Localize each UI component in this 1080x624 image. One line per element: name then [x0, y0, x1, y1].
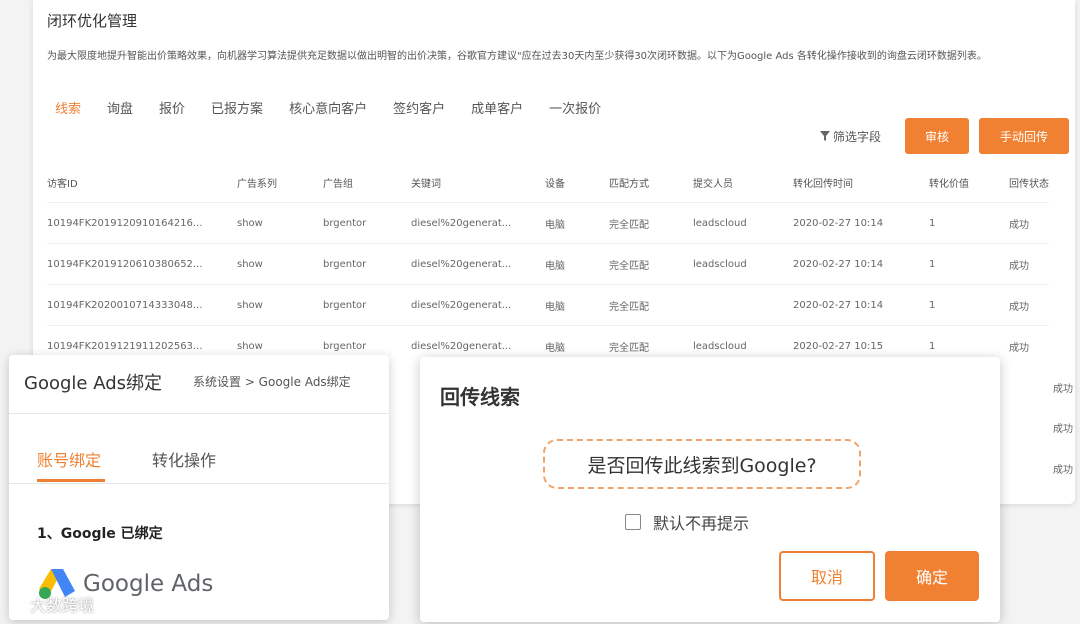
- tab-5[interactable]: 签约客户: [393, 98, 445, 117]
- review-button[interactable]: 审核: [905, 118, 969, 154]
- binding-title: Google Ads绑定: [24, 373, 162, 394]
- cancel-button[interactable]: 取消: [779, 551, 875, 601]
- confirm-button[interactable]: 确定: [885, 551, 979, 601]
- manual-upload-button[interactable]: 手动回传: [979, 118, 1069, 154]
- table-cell: 完全匹配: [609, 284, 693, 326]
- table-cell: brgentor: [323, 284, 411, 326]
- table-cell: show: [237, 202, 323, 244]
- tab-6[interactable]: 成单客户: [471, 98, 523, 117]
- status-cell: 成功: [1053, 424, 1073, 435]
- table-cell: brgentor: [323, 202, 411, 244]
- table-row[interactable]: 10194FK2019120610380652... show brgentor di…: [47, 243, 1049, 285]
- column-header[interactable]: 转化回传时间: [793, 162, 929, 203]
- column-header[interactable]: 回传状态: [1009, 162, 1049, 203]
- watermark: 大数跨境: [8, 592, 94, 616]
- table-cell: 成功: [1009, 202, 1049, 244]
- google-ads-binding-panel: Google Ads绑定 系统设置 > Google Ads绑定 账号绑定 转化…: [9, 355, 389, 620]
- table-cell: 1: [929, 284, 1009, 326]
- tab-account-binding[interactable]: 账号绑定: [37, 447, 101, 471]
- checkbox-label: 默认不再提示: [653, 514, 750, 533]
- table-cell: brgentor: [323, 243, 411, 285]
- table-cell: show: [237, 284, 323, 326]
- bound-status: 1、Google 已绑定: [37, 526, 163, 542]
- table-cell: 2020-02-27 10:14: [793, 202, 929, 244]
- table-row[interactable]: 10194FK2019120910164216... show brgentor di…: [47, 202, 1049, 244]
- tab-4[interactable]: 核心意向客户: [289, 98, 367, 117]
- page-title: 闭环优化管理: [47, 12, 138, 30]
- status-cell: 成功: [1053, 465, 1073, 476]
- table-cell: 2020-02-27 10:14: [793, 243, 929, 285]
- table-cell: 成功: [1009, 243, 1049, 285]
- upload-lead-dialog: 回传线索 是否回传此线索到Google? 默认不再提示 取消 确定: [420, 357, 1000, 622]
- status-cell: 成功: [1053, 384, 1073, 395]
- column-header[interactable]: 广告系列: [237, 162, 323, 203]
- watermark-logo-icon: [9, 596, 25, 612]
- dont-ask-again-checkbox[interactable]: [625, 514, 641, 530]
- table-cell: 电脑: [545, 284, 609, 326]
- table-cell: 10194FK2019120610380652...: [47, 243, 237, 285]
- tab-2[interactable]: 报价: [159, 98, 185, 117]
- table-cell: 成功: [1009, 325, 1049, 366]
- tab-3[interactable]: 已报方案: [211, 98, 263, 117]
- active-tab-indicator: [37, 479, 105, 482]
- stage-tabs: 线索 询盘 报价 已报方案 核心意向客户 签约客户 成单客户 一次报价: [55, 98, 627, 117]
- tab-1[interactable]: 询盘: [107, 98, 133, 117]
- filter-fields-button[interactable]: 筛选字段: [819, 128, 881, 145]
- table-cell: leadscloud: [693, 243, 793, 285]
- breadcrumb: 系统设置 > Google Ads绑定: [193, 375, 351, 389]
- filter-label: 筛选字段: [832, 129, 881, 144]
- table-cell: diesel%20generat...: [411, 243, 545, 285]
- table-cell: 电脑: [545, 243, 609, 285]
- table-cell: 10194FK2019120910164216...: [47, 202, 237, 244]
- table-cell: show: [237, 243, 323, 285]
- column-header[interactable]: 匹配方式: [609, 162, 693, 203]
- column-header[interactable]: 关键词: [411, 162, 545, 203]
- tab-7[interactable]: 一次报价: [549, 98, 601, 117]
- table-cell: diesel%20generat...: [411, 284, 545, 326]
- divider: [9, 413, 389, 414]
- column-header[interactable]: 设备: [545, 162, 609, 203]
- table-header-row: 访客ID 广告系列 广告组 关键词 设备 匹配方式 提交人员 转化回传时间 转化价值 回传状态: [47, 162, 1049, 203]
- dialog-question: 是否回传此线索到Google?: [543, 439, 861, 489]
- table-cell: 成功: [1009, 284, 1049, 326]
- dialog-title: 回传线索: [440, 385, 520, 409]
- table-cell: 1: [929, 243, 1009, 285]
- google-ads-wordmark: Google Ads: [83, 571, 214, 597]
- table-cell: 完全匹配: [609, 243, 693, 285]
- closed-loop-table: 访客ID 广告系列 广告组 关键词 设备 匹配方式 提交人员 转化回传时间 转化价值 回传状态 1…: [47, 162, 1049, 366]
- column-header[interactable]: 提交人员: [693, 162, 793, 203]
- toolbar: 筛选字段 审核 手动回传: [819, 118, 1069, 154]
- column-header[interactable]: 广告组: [323, 162, 411, 203]
- dont-ask-again-option[interactable]: 默认不再提示: [625, 510, 749, 534]
- table-row[interactable]: 10194FK2020010714333048... show brgentor di…: [47, 284, 1049, 326]
- column-header[interactable]: 访客ID: [47, 162, 237, 203]
- watermark-text: 大数跨境: [30, 596, 95, 615]
- table-cell: 完全匹配: [609, 202, 693, 244]
- table-cell: 2020-02-27 10:14: [793, 284, 929, 326]
- divider: [9, 483, 389, 484]
- table-cell: 1: [929, 202, 1009, 244]
- table-cell: diesel%20generat...: [411, 202, 545, 244]
- table-cell: [693, 284, 793, 326]
- filter-icon: [819, 131, 830, 141]
- column-header[interactable]: 转化价值: [929, 162, 1009, 203]
- table-cell: leadscloud: [693, 202, 793, 244]
- tab-conversion-actions[interactable]: 转化操作: [152, 447, 216, 471]
- table-cell: 电脑: [545, 202, 609, 244]
- table-cell: 10194FK2020010714333048...: [47, 284, 237, 326]
- page-description: 为最大限度地提升智能出价策略效果，向机器学习算法提供充足数据以做出明智的出价决策…: [47, 51, 987, 62]
- tab-0[interactable]: 线索: [55, 98, 81, 117]
